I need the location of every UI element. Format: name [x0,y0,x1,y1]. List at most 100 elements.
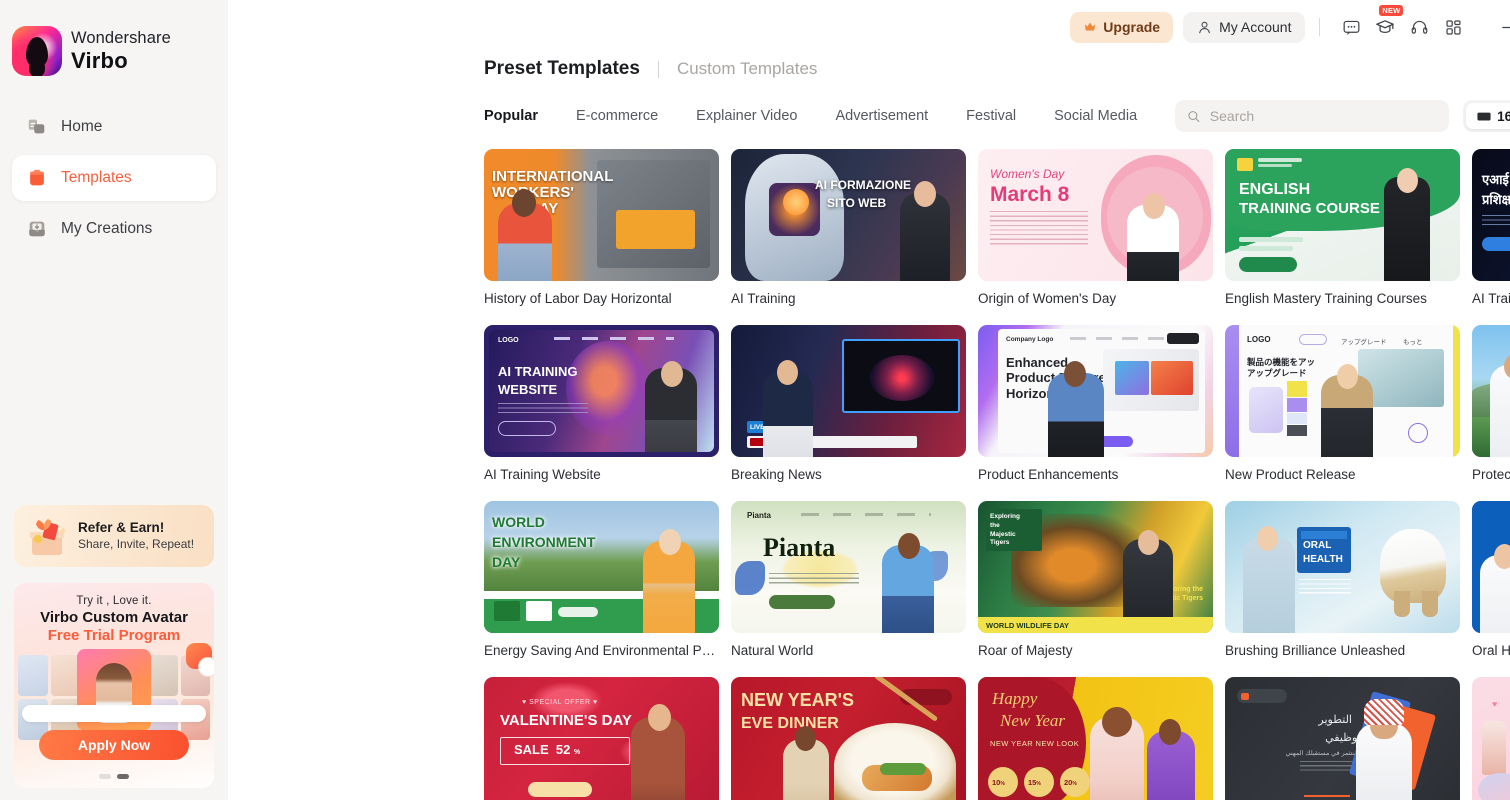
upgrade-button[interactable]: Upgrade [1070,11,1174,43]
custom-avatar-promo-card[interactable]: Try it , Love it. Virbo Custom Avatar Fr… [14,583,214,788]
template-card[interactable]: ENGLISH TRAINING COURSE English Mastery … [1225,149,1460,306]
ratio-16-9-button[interactable]: 16:9 [1466,103,1510,129]
template-card[interactable]: AI FORMAZIONE SITO WEB AI Training [731,149,966,306]
template-title: History of Labor Day Horizontal [484,291,672,306]
template-card[interactable]: ORAL HEALTH Brushing Brilliance Unleashe… [1225,501,1460,658]
template-grid-scroll-area[interactable]: INTERNATIONALWORKERS'DAY History of Labo… [228,140,1510,800]
minimize-button[interactable] [1488,11,1510,43]
template-card[interactable]: Your Brightest SmileEmbrace Dental Healt… [1472,501,1510,658]
template-title: Origin of Women's Day [978,291,1117,306]
headphones-support-icon[interactable] [1402,12,1436,42]
sidebar-item-label: My Creations [61,220,153,237]
template-thumbnail: JOIN OUR CHANNEL BEAUTY GUIDE ♥ ♥ [1472,677,1510,800]
new-badge: NEW [1379,5,1404,16]
template-title: AI Training Courses [1472,291,1510,306]
aspect-ratio-toggle: 16:9 9:16 [1463,100,1510,132]
tab-preset-templates[interactable]: Preset Templates [484,58,640,80]
template-grid: INTERNATIONALWORKERS'DAY History of Labo… [484,140,1510,800]
template-card[interactable]: LOGO アップグレード もっと 製品の機能をアッ アップグレード New Pr… [1225,325,1460,482]
audio-waveform-bar [22,705,206,722]
template-title: AI Training Website [484,467,601,482]
template-thumbnail: Exploring the Majestic Tigers Exploring the… [978,501,1213,633]
feedback-icon[interactable] [1334,12,1368,42]
template-card[interactable]: NEW YEAR'S EVE DINNER [731,677,966,800]
my-creations-icon [26,218,48,240]
sidebar-nav: Home Templates My Creations [0,104,228,257]
carousel-dot-1[interactable] [99,774,111,779]
my-account-button[interactable]: My Account [1183,11,1306,43]
template-thumbnail: एआई शिक्षण और प्रशिक्षण [1472,149,1510,281]
graduation-cap-icon[interactable]: NEW [1368,5,1404,42]
template-card[interactable]: Company Logo EnhancedProduct FeaturesHor… [978,325,1213,482]
template-card[interactable]: JOIN OUR CHANNEL BEAUTY GUIDE ♥ ♥ [1472,677,1510,800]
brand-logo-wordmark: Wondershare Virbo [0,0,228,76]
refer-subtitle: Share, Invite, Repeat! [78,536,195,551]
sidebar: Wondershare Virbo Home Templates My Crea… [0,0,228,800]
category-explainer-video[interactable]: Explainer Video [696,108,797,124]
gift-box-icon [24,514,72,558]
avatar-promo-line3: Free Trial Program [47,627,181,644]
template-card[interactable]: LOGO AI TRAINING WEBSITE AI Training Web… [484,325,719,482]
template-thumbnail: Your Brightest SmileEmbrace Dental Healt… [1472,501,1510,633]
template-thumbnail: WORLD ENVIRONMENT DAY [484,501,719,633]
template-thumbnail: ORAL HEALTH [1225,501,1460,633]
template-card[interactable]: Pianta Pianta Natural World [731,501,966,658]
search-input[interactable] [1209,108,1438,124]
tab-custom-templates[interactable]: Custom Templates [677,59,817,79]
apply-now-button[interactable]: Apply Now [39,730,189,760]
template-thumbnail: ♥ SPECIAL OFFER ♥ VALENTINE'S DAY SALE 5… [484,677,719,800]
sidebar-item-home[interactable]: Home [12,104,216,150]
carousel-dot-2[interactable] [117,774,129,779]
sidebar-item-my-creations[interactable]: My Creations [12,206,216,252]
template-title: Oral Health [1472,643,1510,658]
template-card[interactable]: Exploring the Majestic Tigers Exploring the… [978,501,1213,658]
template-thumbnail: INTERNATIONALWORKERS'DAY [484,149,719,281]
template-card[interactable]: ♥ SPECIAL OFFER ♥ VALENTINE'S DAY SALE 5… [484,677,719,800]
refer-title: Refer & Earn! [78,520,165,536]
search-icon [1188,110,1200,122]
sidebar-item-label: Home [61,118,103,135]
category-advertisement[interactable]: Advertisement [835,108,928,124]
header-divider [657,60,659,78]
page-header: Preset Templates Custom Templates [228,54,1510,80]
main-area: Upgrade My Account NEW Preset Templates … [228,0,1510,800]
template-thumbnail: LIVE NEWS [731,325,966,457]
template-title: Breaking News [731,467,822,482]
category-e-commerce[interactable]: E-commerce [576,108,658,124]
brand-name-virbo: Virbo [71,47,128,73]
template-thumbnail: Happy New Year NEW YEAR NEW LOOK 10% 15%… [978,677,1213,800]
template-thumbnail: LOGO AI TRAINING WEBSITE [484,325,719,457]
template-title: Protecting Our Planet [1472,467,1510,482]
template-title: Roar of Majesty [978,643,1073,658]
home-icon [26,116,48,138]
category-festival[interactable]: Festival [966,108,1016,124]
avatar-edit-icon [198,657,214,677]
avatar-promo-line1: Try it , Love it. [76,595,152,607]
template-card[interactable]: Dia Mundial Do Meio Ambiente Protecting … [1472,325,1510,482]
crown-icon [1085,22,1096,31]
template-card[interactable]: Women's Day March 8 Origin of Women's Da… [978,149,1213,306]
landscape-icon [1477,112,1491,120]
template-card[interactable]: Happy New Year NEW YEAR NEW LOOK 10% 15%… [978,677,1213,800]
category-social-media[interactable]: Social Media [1054,108,1137,124]
template-title: Brushing Brilliance Unleashed [1225,643,1406,658]
sidebar-item-label: Templates [61,169,132,186]
search-box[interactable] [1175,100,1450,132]
virbo-logo-icon [12,26,62,76]
template-card[interactable]: LIVE NEWS Breaking News [731,325,966,482]
apps-grid-icon[interactable] [1436,12,1470,42]
template-title: AI Training [731,291,796,306]
template-card[interactable]: التطوير الوظيفي استثمر في مستقبلك المهني [1225,677,1460,800]
template-card[interactable]: एआई शिक्षण और प्रशिक्षण AI Training Cour… [1472,149,1510,306]
avatar-promo-line2: Virbo Custom Avatar [40,609,188,626]
sidebar-item-templates[interactable]: Templates [12,155,216,201]
toolbar-divider [1319,18,1321,36]
templates-icon [26,167,48,189]
template-card[interactable]: INTERNATIONALWORKERS'DAY History of Labo… [484,149,719,306]
category-popular[interactable]: Popular [484,108,538,124]
template-thumbnail: Pianta Pianta [731,501,966,633]
template-card[interactable]: WORLD ENVIRONMENT DAY Energy Saving And … [484,501,719,658]
refer-and-earn-card[interactable]: Refer & Earn! Share, Invite, Repeat! [14,505,214,567]
top-toolbar: Upgrade My Account NEW [228,0,1510,54]
upgrade-label: Upgrade [1103,19,1161,35]
